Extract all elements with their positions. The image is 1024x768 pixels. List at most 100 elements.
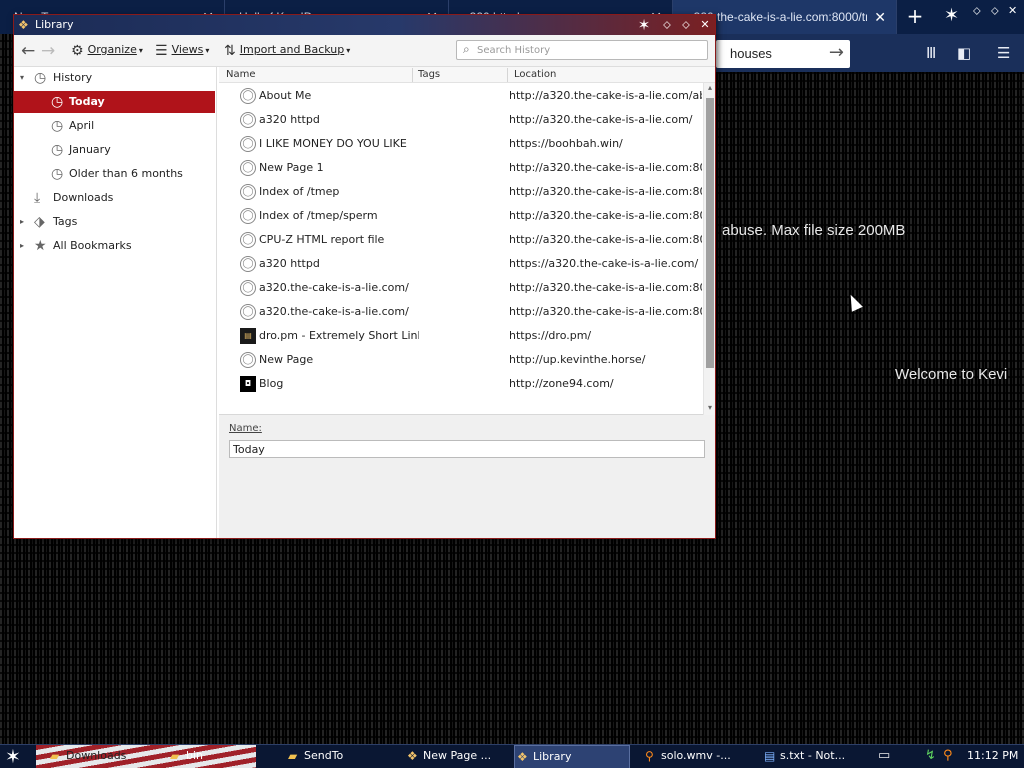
- maximize-button[interactable]: ⬦: [678, 17, 694, 33]
- sidebar-item-label: Downloads: [53, 191, 114, 204]
- sidebar-item-history[interactable]: ▾ ◷ History: [14, 67, 215, 89]
- row-location: http://a320.the-cake-is-a-lie.com:8000/: [509, 233, 702, 246]
- firefox-icon: ❖: [517, 750, 528, 764]
- taskbar-item-label: bin: [186, 749, 204, 762]
- keyboard-icon[interactable]: ▭: [878, 748, 890, 763]
- column-header-tags[interactable]: Tags: [418, 69, 440, 80]
- column-header-location[interactable]: Location: [514, 69, 556, 80]
- table-row[interactable]: ◘ Blog http://zone94.com/: [219, 372, 703, 396]
- row-location: http://zone94.com/: [509, 377, 614, 390]
- column-header-name[interactable]: Name: [226, 69, 256, 80]
- new-tab-button[interactable]: +: [902, 0, 928, 34]
- row-location: http://a320.the-cake-is-a-lie.com/about: [509, 89, 702, 102]
- library-titlebar[interactable]: ❖ Library ✶ ⬦ ⬦ ✕: [14, 15, 715, 35]
- forward-arrow-icon[interactable]: →: [41, 41, 55, 61]
- maximize-icon[interactable]: ⬦: [991, 4, 999, 18]
- table-row[interactable]: ◯ a320.the-cake-is-a-lie.com/t... http:/…: [219, 300, 703, 324]
- globe-icon: ◯: [240, 208, 256, 224]
- table-row[interactable]: ◯ Index of /tmep/sperm http://a320.the-c…: [219, 204, 703, 228]
- clock-icon: ◷: [51, 166, 64, 182]
- table-row[interactable]: ◯ CPU-Z HTML report file http://a320.the…: [219, 228, 703, 252]
- column-header-row: Name Tags Location: [219, 67, 715, 83]
- row-name: dro.pm - Extremely Short Links: [259, 329, 419, 342]
- url-bar-text: houses: [730, 46, 772, 61]
- table-row[interactable]: ▤ dro.pm - Extremely Short Links https:/…: [219, 324, 703, 348]
- taskbar-item-notepad[interactable]: ▤ s.txt - Not...: [762, 745, 867, 768]
- library-icon[interactable]: Ⅲ: [926, 44, 936, 62]
- row-name: a320.the-cake-is-a-lie.com/t...: [259, 305, 409, 318]
- list-scrollbar[interactable]: ▴ ▾: [703, 83, 715, 415]
- scroll-up-icon[interactable]: ▴: [704, 83, 716, 95]
- row-name: CPU-Z HTML report file: [259, 233, 385, 246]
- row-location: http://a320.the-cake-is-a-lie.com:8000/: [509, 185, 702, 198]
- sidebar-icon[interactable]: ◧: [957, 44, 971, 62]
- firefox-icon: ❖: [18, 18, 29, 32]
- sidebar-item-label: All Bookmarks: [53, 239, 132, 252]
- table-row[interactable]: ◯ New Page 1 http://a320.the-cake-is-a-l…: [219, 156, 703, 180]
- chevron-down-icon: ▾: [346, 46, 351, 55]
- scrollbar-thumb[interactable]: [706, 98, 714, 368]
- sidebar-item-today[interactable]: ◷ Today: [14, 91, 215, 113]
- globe-icon: ◯: [240, 352, 256, 368]
- taskbar-clock: 11:12 PM: [967, 749, 1019, 762]
- organize-button[interactable]: ⚙ Organize ▾: [71, 43, 143, 59]
- taskbar-item-sendto[interactable]: ▰ SendTo: [286, 745, 396, 768]
- library-window: ❖ Library ✶ ⬦ ⬦ ✕ ← → ⚙ Organize ▾ ☰ Views ▾…: [13, 14, 716, 539]
- gear-icon: ⚙: [71, 43, 84, 59]
- globe-icon: ◯: [240, 88, 256, 104]
- network-icon[interactable]: ↯: [925, 748, 936, 763]
- sidebar-item-all-bookmarks[interactable]: ▸ ★ All Bookmarks: [14, 235, 215, 257]
- chevron-right-icon[interactable]: ▸: [20, 211, 24, 233]
- table-row[interactable]: ◯ a320 httpd https://a320.the-cake-is-a-…: [219, 252, 703, 276]
- table-row[interactable]: ◯ About Me http://a320.the-cake-is-a-lie…: [219, 84, 703, 108]
- tab-close-icon[interactable]: ✕: [874, 0, 886, 34]
- sidebar-item-tags[interactable]: ▸ ⬗ Tags: [14, 211, 215, 233]
- search-history-input[interactable]: [477, 42, 702, 58]
- taskbar-item-downloads[interactable]: ▰ Downloads: [48, 745, 158, 768]
- column-divider[interactable]: [507, 68, 508, 82]
- sidebar-item-label: April: [69, 119, 95, 132]
- table-row[interactable]: ◯ I LIKE MONEY DO YOU LIKE ... https://b…: [219, 132, 703, 156]
- start-button-star-icon[interactable]: ✶: [5, 746, 21, 768]
- sidebar-item-older[interactable]: ◷ Older than 6 months: [14, 163, 215, 185]
- table-row[interactable]: ◯ New Page http://up.kevinthe.horse/: [219, 348, 703, 372]
- search-icon: ⌕: [463, 42, 470, 56]
- sidebar-item-label: January: [69, 143, 111, 156]
- url-bar[interactable]: houses →: [716, 40, 850, 68]
- chevron-right-icon[interactable]: ▸: [20, 235, 24, 257]
- go-arrow-icon[interactable]: →: [829, 42, 844, 63]
- views-button[interactable]: ☰ Views ▾: [155, 43, 209, 59]
- sidebar-item-april[interactable]: ◷ April: [14, 115, 215, 137]
- chevron-down-icon: ▾: [205, 46, 210, 55]
- globe-icon: ◯: [240, 256, 256, 272]
- row-location: http://up.kevinthe.horse/: [509, 353, 646, 366]
- close-button[interactable]: ✕: [697, 17, 713, 33]
- taskbar-item-new-page[interactable]: ❖ New Page ...: [405, 745, 510, 768]
- row-location: https://dro.pm/: [509, 329, 592, 342]
- column-divider[interactable]: [412, 68, 413, 82]
- back-arrow-icon[interactable]: ←: [21, 41, 35, 61]
- search-tray-icon[interactable]: ⚲: [943, 748, 953, 763]
- scroll-down-icon[interactable]: ▾: [704, 403, 716, 415]
- row-name: a320 httpd: [259, 257, 320, 270]
- globe-icon: ◯: [240, 280, 256, 296]
- row-name: I LIKE MONEY DO YOU LIKE ...: [259, 137, 409, 150]
- search-history-box[interactable]: ⌕: [456, 40, 708, 60]
- library-toolbar: ← → ⚙ Organize ▾ ☰ Views ▾ ⇅ Import and Backu…: [14, 35, 715, 67]
- chevron-down-icon[interactable]: ▾: [20, 67, 24, 89]
- menu-icon[interactable]: ☰: [997, 44, 1010, 62]
- table-row[interactable]: ◯ a320 httpd http://a320.the-cake-is-a-l…: [219, 108, 703, 132]
- sidebar-item-downloads[interactable]: ⤓ Downloads: [14, 187, 215, 209]
- taskbar-item-solo-wmv[interactable]: ⚲ solo.wmv -...: [643, 745, 753, 768]
- chevron-down-icon: ▾: [138, 46, 143, 55]
- table-row[interactable]: ◯ a320.the-cake-is-a-lie.com/t... http:/…: [219, 276, 703, 300]
- minimize-button[interactable]: ⬦: [659, 17, 675, 33]
- minimize-icon[interactable]: ⬦: [973, 4, 981, 18]
- table-row[interactable]: ◯ Index of /tmep http://a320.the-cake-is…: [219, 180, 703, 204]
- name-field[interactable]: [229, 440, 705, 458]
- sidebar-item-january[interactable]: ◷ January: [14, 139, 215, 161]
- close-icon[interactable]: ✕: [1008, 4, 1017, 17]
- import-backup-button[interactable]: ⇅ Import and Backup ▾: [224, 43, 350, 59]
- taskbar-item-bin[interactable]: ▰ bin: [168, 745, 273, 768]
- taskbar-item-library-active[interactable]: ❖ Library: [514, 745, 630, 768]
